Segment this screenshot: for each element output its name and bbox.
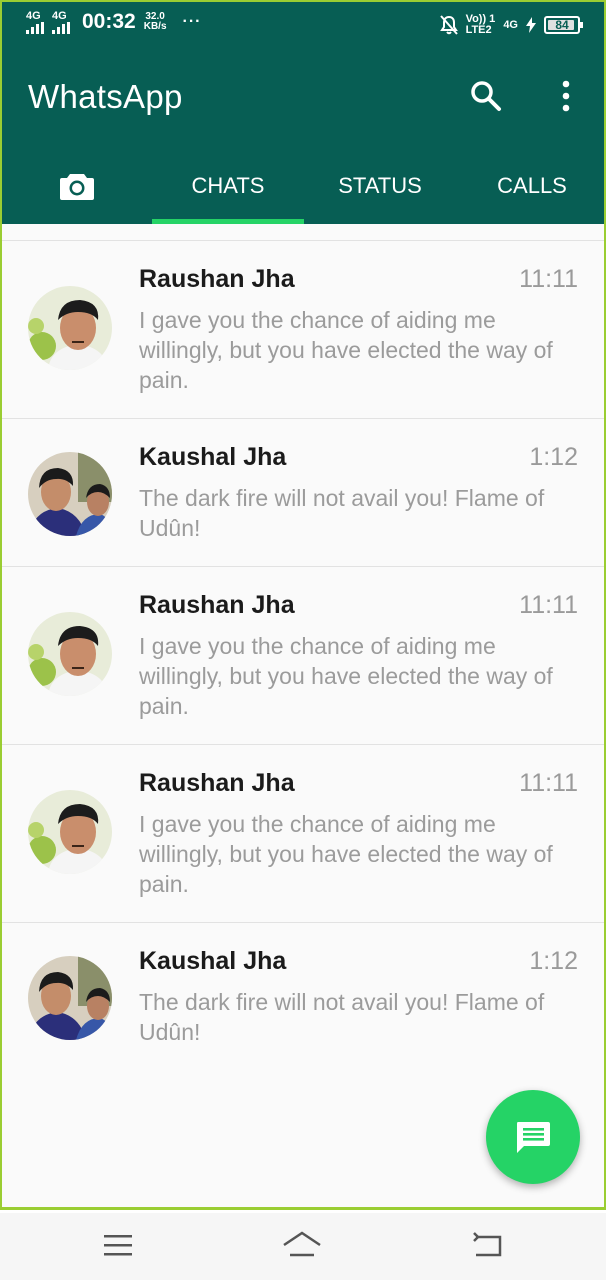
chat-row[interactable]: Kaushal Jha 1:12 The dark fire will not … bbox=[2, 923, 604, 1071]
home-icon[interactable] bbox=[282, 1227, 322, 1263]
more-vert-icon[interactable] bbox=[548, 78, 584, 114]
chat-list: Raushan Jha 11:11 I gave you the chance … bbox=[2, 240, 604, 1071]
avatar bbox=[28, 286, 112, 370]
avatar bbox=[28, 956, 112, 1040]
tab-chats[interactable]: CHATS bbox=[152, 148, 304, 224]
clock: 00:32 bbox=[82, 10, 136, 33]
tab-bar: CHATS STATUS CALLS bbox=[2, 148, 604, 224]
tab-calls[interactable]: CALLS bbox=[456, 148, 604, 224]
app-title: WhatsApp bbox=[28, 78, 183, 115]
notifications-off-icon bbox=[439, 15, 458, 35]
chat-time: 1:12 bbox=[529, 443, 578, 471]
chat-time: 11:11 bbox=[519, 591, 578, 619]
chat-row[interactable]: Kaushal Jha 1:12 The dark fire will not … bbox=[2, 419, 604, 567]
chat-row[interactable]: Raushan Jha 11:11 I gave you the chance … bbox=[2, 745, 604, 923]
chat-name: Raushan Jha bbox=[139, 265, 295, 293]
battery-level: 84 bbox=[555, 18, 569, 32]
avatar bbox=[28, 612, 112, 696]
volte-bottom-label: LTE2 bbox=[465, 24, 492, 36]
chat-name: Kaushal Jha bbox=[139, 443, 287, 471]
battery-icon: 84 bbox=[544, 16, 583, 34]
chat-name: Raushan Jha bbox=[139, 769, 295, 797]
tab-camera[interactable] bbox=[2, 148, 152, 224]
chat-name: Kaushal Jha bbox=[139, 947, 287, 975]
chat-preview: I gave you the chance of aiding me willi… bbox=[139, 811, 553, 897]
chat-name: Raushan Jha bbox=[139, 591, 295, 619]
active-tab-indicator bbox=[152, 219, 304, 224]
new-chat-button[interactable] bbox=[486, 1090, 580, 1184]
signal-label: 4G bbox=[26, 9, 41, 22]
chat-time: 11:11 bbox=[519, 769, 578, 797]
phone-frame: 4G 4G 00:32 32.0 KB/s ··· Vo)) 1 LTE2 4G… bbox=[0, 0, 606, 1210]
signal-indicator-1: 4G bbox=[26, 9, 44, 34]
chat-time: 11:11 bbox=[519, 265, 578, 293]
overflow-notifications: ··· bbox=[182, 13, 202, 30]
new-chat-icon bbox=[517, 1122, 550, 1153]
back-icon[interactable] bbox=[468, 1227, 508, 1263]
signal-bars-icon bbox=[52, 21, 70, 34]
avatar bbox=[28, 790, 112, 874]
chat-row[interactable]: Raushan Jha 11:11 I gave you the chance … bbox=[2, 567, 604, 745]
chat-preview: I gave you the chance of aiding me willi… bbox=[139, 633, 553, 719]
signal-label: 4G bbox=[52, 9, 67, 22]
signal-bars-icon bbox=[26, 21, 44, 34]
system-nav-bar bbox=[0, 1213, 606, 1280]
chat-preview: The dark fire will not avail you! Flame … bbox=[139, 485, 545, 541]
signal-indicator-2: 4G bbox=[52, 9, 70, 34]
speed-unit: KB/s bbox=[143, 21, 167, 32]
volte-indicator: Vo)) 1 LTE2 bbox=[466, 14, 496, 36]
chat-row[interactable]: Raushan Jha 11:11 I gave you the chance … bbox=[2, 241, 604, 419]
status-bar: 4G 4G 00:32 32.0 KB/s ··· Vo)) 1 LTE2 4G… bbox=[2, 2, 604, 48]
camera-icon bbox=[60, 174, 94, 200]
app-bar: WhatsApp CHATS STATUS CALLS bbox=[2, 48, 604, 224]
chat-preview: The dark fire will not avail you! Flame … bbox=[139, 989, 545, 1045]
net-type: 4G bbox=[503, 19, 518, 31]
charging-icon bbox=[526, 17, 536, 33]
chat-time: 1:12 bbox=[529, 947, 578, 975]
tab-status[interactable]: STATUS bbox=[304, 148, 456, 224]
network-speed: 32.0 KB/s bbox=[144, 12, 167, 32]
chat-preview: I gave you the chance of aiding me willi… bbox=[139, 307, 553, 393]
menu-icon[interactable] bbox=[98, 1227, 138, 1263]
avatar bbox=[28, 452, 112, 536]
search-icon[interactable] bbox=[468, 78, 504, 114]
